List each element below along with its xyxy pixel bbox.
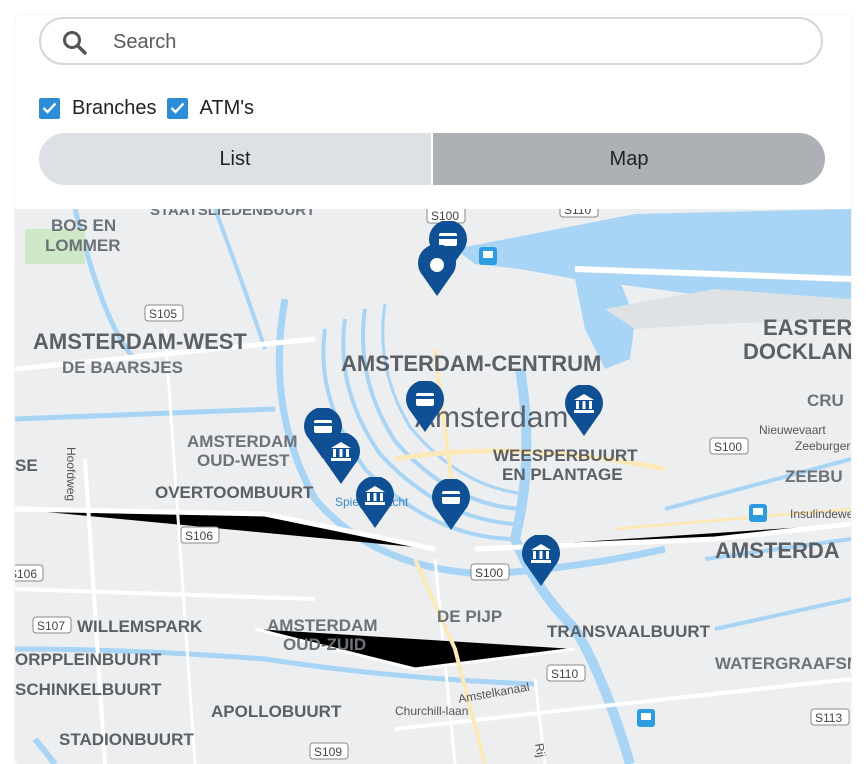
svg-text:S100: S100	[475, 566, 503, 580]
street-label: Churchill-laan	[395, 704, 468, 718]
branch-marker[interactable]	[521, 535, 561, 587]
svg-text:S110: S110	[564, 209, 591, 217]
locator-panel: Branches ATM's List Map	[15, 15, 851, 764]
branches-label: Branches	[72, 96, 157, 119]
district-label: OUD-ZUID	[283, 635, 366, 654]
train-station-icon	[749, 504, 767, 522]
svg-text:S105: S105	[149, 307, 177, 321]
atm-marker[interactable]	[405, 381, 445, 433]
road-shield: S110	[559, 209, 599, 218]
svg-text:S106: S106	[185, 529, 213, 543]
street-label: Insulindewe	[790, 507, 851, 521]
district-label: AMSTERDAM	[187, 432, 298, 451]
district-label: AMSTERDA	[715, 538, 840, 563]
location-dot-icon	[430, 258, 444, 272]
district-label: STADIONBUURT	[59, 730, 194, 749]
branches-checkbox[interactable]: Branches	[39, 97, 157, 120]
district-label: WEESPERBUURT	[493, 446, 638, 465]
district-label: TRANSVAALBUURT	[547, 622, 711, 641]
svg-text:S113: S113	[815, 711, 842, 725]
branch-marker[interactable]	[564, 385, 604, 437]
checkmark-icon	[166, 97, 188, 119]
district-label: CRU	[807, 391, 844, 410]
road-shield: S113	[810, 708, 850, 726]
district-label: SCHINKELBUURT	[15, 680, 162, 699]
svg-text:S109: S109	[314, 745, 342, 759]
district-label: AMSTERDAM	[267, 616, 378, 635]
district-label: DE PIJP	[437, 607, 502, 626]
district-label: DOCKLANDS	[743, 339, 851, 364]
atms-checkbox[interactable]: ATM's	[166, 96, 255, 120]
district-label: AMSTERDAM-CENTRUM	[341, 351, 601, 376]
filter-checkboxes: Branches ATM's	[39, 95, 264, 121]
road-shield: S110	[546, 664, 586, 682]
search-bar[interactable]	[39, 17, 823, 65]
list-view-button[interactable]: List	[39, 133, 433, 185]
street-label: Rij	[532, 742, 548, 758]
road-shield: S106	[180, 526, 220, 544]
map-view[interactable]: BOS EN LOMMER STAATSLIEDENBUURT AMSTERDA…	[15, 209, 851, 764]
road-shield: S100	[709, 437, 749, 455]
train-station-icon	[479, 247, 497, 265]
checkmark-icon	[39, 97, 60, 119]
road-shield: S109	[309, 742, 349, 760]
district-label: WILLEMSPARK	[77, 617, 203, 636]
atms-label: ATM's	[199, 96, 255, 119]
district-label: OVERTOOMBUURT	[155, 483, 314, 502]
district-label: EN PLANTAGE	[502, 465, 623, 484]
road-shield: S105	[144, 304, 184, 322]
current-location-marker[interactable]	[417, 245, 457, 297]
district-label: STAATSLIEDENBUURT	[150, 209, 315, 219]
district-label: DE BAARSJES	[62, 358, 183, 377]
district-label: SE	[15, 456, 38, 475]
street-label: Zeeburger	[795, 439, 850, 453]
district-label: ORPPLEINBUURT	[15, 650, 162, 669]
district-label: OUD-WEST	[197, 451, 290, 470]
street-label: Hoofdweg	[64, 447, 78, 501]
credit-card-icon	[416, 393, 434, 406]
district-label: APOLLOBUURT	[211, 702, 342, 721]
map-view-button[interactable]: Map	[433, 133, 825, 185]
branch-marker[interactable]	[355, 477, 395, 529]
road-shield: S107	[32, 616, 72, 634]
district-label: WATERGRAAFSM	[715, 654, 851, 673]
svg-text:S110: S110	[551, 667, 578, 681]
district-label: ZEEBU	[785, 467, 843, 486]
district-label: LOMMER	[45, 236, 121, 255]
street-label: Nieuwevaart	[759, 423, 826, 437]
search-icon	[63, 31, 87, 55]
district-label: BOS EN	[51, 216, 116, 235]
view-toggle: List Map	[39, 133, 825, 185]
district-label: EASTERN	[763, 315, 851, 340]
svg-text:S106: S106	[15, 567, 37, 581]
train-station-icon	[637, 709, 655, 727]
credit-card-icon	[442, 491, 460, 504]
road-shield: S100	[470, 563, 510, 581]
atm-marker[interactable]	[431, 479, 471, 531]
svg-text:S107: S107	[37, 619, 65, 633]
district-label: AMSTERDAM-WEST	[33, 329, 247, 354]
credit-card-icon	[314, 420, 332, 433]
search-input[interactable]	[111, 25, 795, 59]
svg-text:S100: S100	[714, 440, 742, 454]
road-shield: S106	[15, 564, 44, 582]
